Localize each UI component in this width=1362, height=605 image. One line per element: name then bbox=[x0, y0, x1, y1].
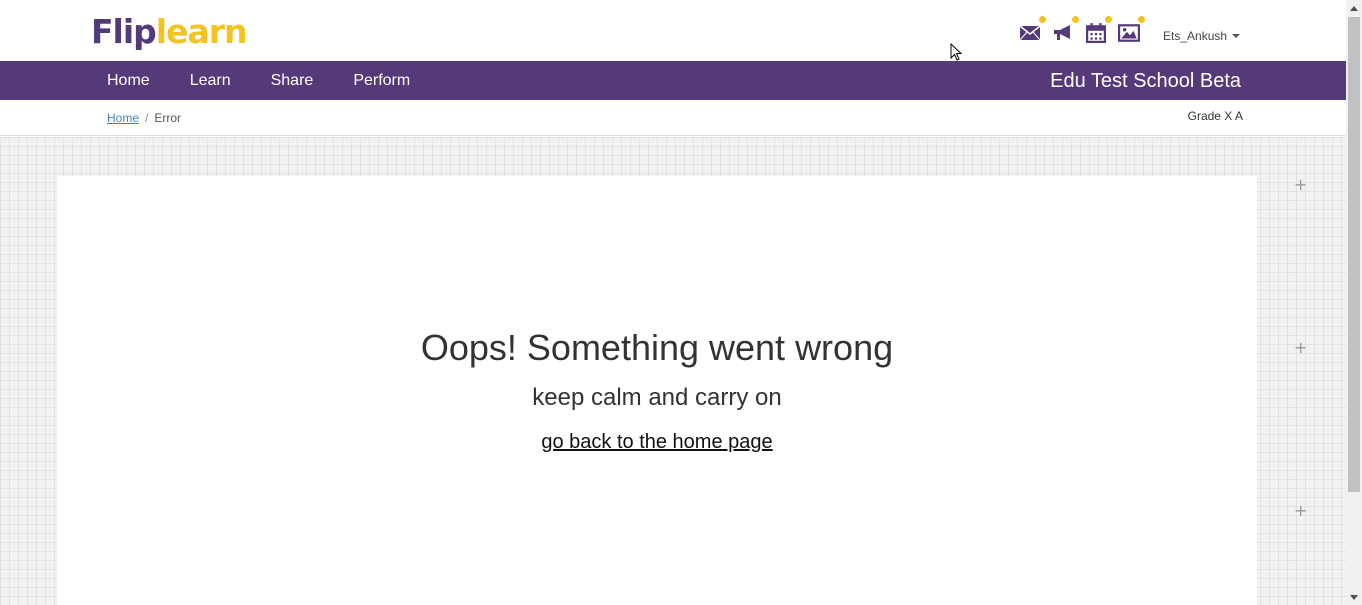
notification-dot bbox=[1138, 16, 1145, 23]
grade-label: Grade X A bbox=[1187, 109, 1243, 123]
plus-decoration: + bbox=[1294, 175, 1308, 194]
caret-down-icon bbox=[1232, 34, 1241, 38]
top-header: Flip learn Ets_Ankush bbox=[0, 0, 1346, 61]
error-subtitle: keep calm and carry on bbox=[532, 384, 782, 411]
nav-item-perform[interactable]: Perform bbox=[333, 61, 430, 100]
logo-part-flip: Flip bbox=[91, 12, 157, 51]
home-link-wrapper: go back to the home page bbox=[57, 431, 1257, 454]
calendar-icon bbox=[1086, 23, 1106, 43]
breadcrumb-current: Error bbox=[154, 111, 182, 125]
arrow-down-icon bbox=[1350, 594, 1358, 600]
breadcrumb-separator: / bbox=[145, 111, 149, 125]
vertical-scrollbar[interactable] bbox=[1346, 0, 1362, 605]
arrow-up-icon bbox=[1350, 5, 1358, 11]
nav-item-learn[interactable]: Learn bbox=[170, 61, 251, 100]
fliplearn-logo[interactable]: Flip learn bbox=[91, 12, 248, 53]
main-navbar: Home Learn Share Perform Edu Test School… bbox=[0, 61, 1346, 100]
nav-item-home[interactable]: Home bbox=[87, 61, 170, 100]
breadcrumb-home-link[interactable]: Home bbox=[107, 111, 139, 125]
plus-decoration: + bbox=[1294, 501, 1308, 520]
page: Flip learn Ets_Ankush Home Learn Share P… bbox=[0, 0, 1346, 605]
notification-dot bbox=[1105, 16, 1112, 23]
school-name: Edu Test School Beta bbox=[1050, 70, 1241, 92]
notification-dot bbox=[1039, 16, 1046, 23]
error-title: Oops! Something went wrong bbox=[420, 327, 894, 368]
calendar-button[interactable] bbox=[1082, 16, 1112, 46]
mouse-cursor-icon bbox=[950, 43, 962, 61]
scrollbar-thumb[interactable] bbox=[1348, 17, 1360, 492]
breadcrumb: Home / Error bbox=[107, 111, 181, 125]
user-name: Ets_Ankush bbox=[1163, 29, 1228, 43]
mail-icon bbox=[1019, 25, 1041, 41]
go-home-link[interactable]: go back to the home page bbox=[541, 431, 772, 453]
error-card: Oops! Something went wrong keep calm and… bbox=[57, 176, 1257, 605]
scroll-up-button[interactable] bbox=[1346, 0, 1362, 16]
nav-menu: Home Learn Share Perform bbox=[87, 61, 430, 100]
logo-part-learn: learn bbox=[155, 12, 248, 51]
user-menu-dropdown[interactable]: Ets_Ankush bbox=[1163, 29, 1241, 43]
notification-dot bbox=[1072, 16, 1079, 23]
nav-item-share[interactable]: Share bbox=[251, 61, 334, 100]
plus-decoration: + bbox=[1294, 338, 1308, 357]
header-icons bbox=[1016, 16, 1148, 46]
announcements-button[interactable] bbox=[1049, 16, 1079, 46]
mail-button[interactable] bbox=[1016, 16, 1046, 46]
megaphone-icon bbox=[1054, 25, 1070, 40]
gallery-button[interactable] bbox=[1115, 16, 1145, 46]
breadcrumb-bar: Home / Error Grade X A bbox=[0, 100, 1346, 136]
gallery-icon bbox=[1118, 24, 1140, 42]
scroll-down-button[interactable] bbox=[1346, 589, 1362, 605]
